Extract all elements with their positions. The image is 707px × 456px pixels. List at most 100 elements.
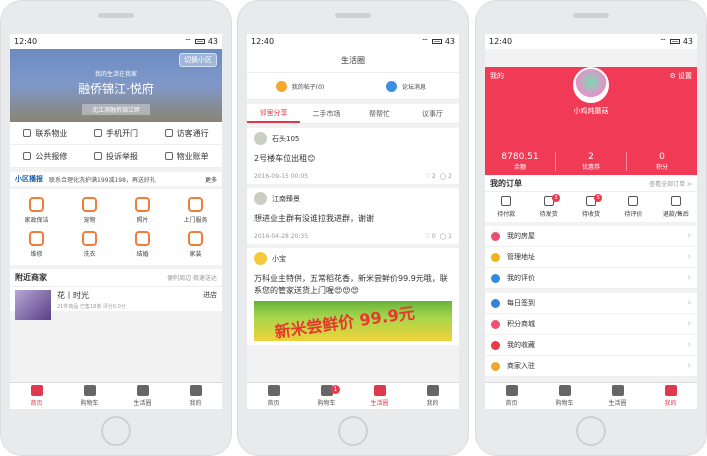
wifi-icon: ⌔	[659, 36, 667, 46]
order-label: 待发货	[539, 211, 558, 218]
tab-cart[interactable]: 购物车	[538, 383, 591, 409]
wrench-icon	[23, 152, 32, 160]
community-notice[interactable]: 小区播报 联系合理化洗护满199减198，再送好礼 更多	[10, 172, 222, 186]
action-property-bill[interactable]: 物业账单	[151, 145, 222, 168]
home-button[interactable]	[338, 416, 368, 446]
settings-button[interactable]: ⚙ 设置	[669, 71, 692, 81]
post-card[interactable]: 石头105 2号楼车位出租😊 2016-09-15 00:05 ♡ 2 ◯ 2	[247, 128, 459, 185]
switch-community-button[interactable]: 切换小区	[179, 53, 217, 67]
tab-neighbor-share[interactable]: 邻里分享	[247, 104, 300, 123]
tab-label: 我的	[426, 400, 439, 407]
post-card[interactable]: 江南臻景 想进业主群有没谁拉我进群，谢谢 2016-04-28 20:35 ♡ 0…	[247, 188, 459, 245]
action-public-repair[interactable]: 公共报修	[10, 145, 81, 168]
post-card[interactable]: 小宝 万科业主特供，五常稻花香，新米尝鲜价99.9元哦，联系您的管家送货上门喔😍…	[247, 248, 459, 345]
heart-icon[interactable]: ♡	[425, 173, 430, 180]
menu-my-house[interactable]: 我的房屋 ›	[485, 226, 697, 247]
post-image[interactable]: 新米尝鲜价 99.9元	[254, 300, 452, 341]
chevron-right-icon: ›	[687, 340, 691, 350]
action-contact-property[interactable]: 联系物业	[10, 122, 81, 145]
speaker-grille	[573, 13, 609, 18]
tab-help[interactable]: 帮帮忙	[353, 104, 406, 123]
post-date: 2016-04-28 20:35	[254, 233, 309, 241]
phone-frame-profile: 12:40 ⌔ 43 我的 ⚙ 设置 小鸡炖蘑菇 8780.51 余额 2 优惠券 0 积…	[475, 0, 707, 456]
order-pending-payment[interactable]: 待付款	[485, 192, 527, 222]
heart-icon[interactable]: ♡	[425, 233, 430, 240]
service-repair[interactable]: 维修	[10, 227, 63, 261]
complaint-icon	[93, 152, 102, 160]
tab-life-circle[interactable]: 生活圈	[353, 383, 406, 409]
stat-label: 积分	[655, 164, 668, 171]
comment-icon[interactable]: ◯	[440, 233, 447, 240]
tab-life-circle[interactable]: 生活圈	[591, 383, 644, 409]
order-to-review[interactable]: 待评价	[612, 192, 654, 222]
menu-my-reviews[interactable]: 我的评价 ›	[485, 268, 697, 289]
user-icon	[189, 385, 202, 396]
menu-label: 管理地址	[507, 253, 535, 261]
order-status-row: 待付款 3 待发货 5 待收货 待评价 退款/售后	[485, 192, 697, 222]
status-bar: 12:40 ⌔ 43	[10, 34, 222, 49]
service-door[interactable]: 上门服务	[169, 193, 222, 227]
action-label: 手机开门	[105, 128, 138, 138]
tab-mine[interactable]: 我的	[644, 383, 697, 409]
tab-mine[interactable]: 我的	[169, 383, 222, 409]
home-button[interactable]	[101, 416, 131, 446]
service-label: 家政保洁	[24, 216, 49, 224]
tab-home[interactable]: 首页	[10, 383, 63, 409]
service-photos[interactable]: 照片	[116, 193, 169, 227]
heart-icon	[491, 231, 500, 241]
post-text: 万科业主特供，五常稻花香，新米尝鲜价99.9元哦，联系您的管家送货上门喔😍😍😍	[254, 274, 448, 295]
wifi-icon: ⌔	[421, 36, 429, 46]
notice-title: 小区播报	[15, 175, 43, 183]
service-pets[interactable]: 宠物	[63, 193, 116, 227]
forum-messages-button[interactable]: 论坛消息	[353, 73, 459, 99]
service-wedding[interactable]: 结婚	[116, 227, 169, 261]
shop-card[interactable]: 花丨时光 21件商品 已售18单 评分0.0分 进店	[10, 286, 222, 320]
order-refund[interactable]: 退款/售后	[655, 192, 697, 222]
home-icon	[505, 385, 518, 396]
home-screen: 12:40 ⌔ 43 切换小区 我的生活在我家 融侨锦江·悦府 北江滨融侨锦江畔 联…	[10, 34, 222, 409]
enter-shop-link[interactable]: 进店	[203, 290, 217, 308]
comment-icon[interactable]: ◯	[440, 173, 447, 180]
tab-mine[interactable]: 我的	[406, 383, 459, 409]
home-button[interactable]	[576, 416, 606, 446]
tab-council[interactable]: 议事厅	[406, 104, 459, 123]
community-name: 融侨锦江·悦府	[78, 82, 154, 96]
tab-life-circle[interactable]: 生活圈	[116, 383, 169, 409]
tab-home[interactable]: 首页	[247, 383, 300, 409]
menu-favorites[interactable]: 我的收藏 ›	[485, 335, 697, 356]
service-cleaning[interactable]: 家政保洁	[10, 193, 63, 227]
menu-addresses[interactable]: 管理地址 ›	[485, 247, 697, 268]
order-to-receive[interactable]: 5 待收货	[570, 192, 612, 222]
stat-balance[interactable]: 8780.51 余额	[485, 152, 556, 171]
service-label: 洗衣	[83, 250, 96, 258]
post-user: 石头105	[272, 134, 300, 143]
stat-points[interactable]: 0 积分	[627, 152, 697, 171]
my-posts-button[interactable]: 我的帖子(0)	[247, 73, 353, 99]
service-laundry[interactable]: 洗衣	[63, 227, 116, 261]
refund-icon	[670, 196, 681, 206]
all-orders-link[interactable]: 查看全部订单 >	[649, 179, 692, 188]
service-decor[interactable]: 家装	[169, 227, 222, 261]
order-to-ship[interactable]: 3 待发货	[527, 192, 569, 222]
tab-cart[interactable]: 1 购物车	[300, 383, 353, 409]
tab-home[interactable]: 首页	[485, 383, 538, 409]
menu-merchant-join[interactable]: 商家入驻 ›	[485, 356, 697, 377]
comment-count: 1	[448, 233, 452, 241]
action-visitor-pass[interactable]: 访客通行	[151, 122, 222, 145]
menu-points-mall[interactable]: 积分商城 ›	[485, 314, 697, 335]
menu-daily-checkin[interactable]: 每日签到 ›	[485, 293, 697, 314]
order-label: 待评价	[624, 211, 643, 218]
battery-level: 43	[444, 37, 455, 46]
action-complaint[interactable]: 投诉举报	[80, 145, 152, 168]
stat-coupons[interactable]: 2 优惠券	[556, 152, 627, 171]
action-phone-unlock[interactable]: 手机开门	[80, 122, 152, 145]
speaker-grille	[98, 13, 134, 18]
tab-bar: 首页 购物车 生活圈 我的	[485, 382, 697, 409]
avatar[interactable]	[573, 67, 609, 103]
tab-second-hand[interactable]: 二手市场	[300, 104, 353, 123]
chevron-right-icon: ›	[687, 273, 691, 283]
notice-more-link[interactable]: 更多	[205, 175, 217, 184]
wallet-icon	[501, 196, 512, 206]
star-icon	[491, 340, 500, 350]
tab-cart[interactable]: 购物车	[63, 383, 116, 409]
